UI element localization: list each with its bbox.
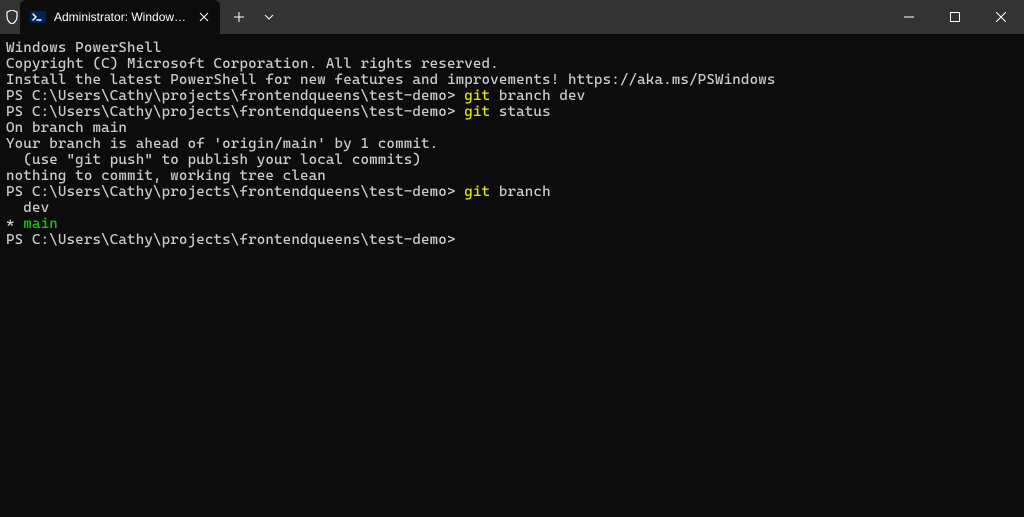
tab-title: Administrator: Windows Powe <box>54 10 188 24</box>
current-branch: main <box>23 216 58 232</box>
maximize-button[interactable] <box>932 0 978 34</box>
prompt-line: PS C:\Users\Cathy\projects\frontendqueen… <box>6 232 1018 248</box>
command-args: branch <box>490 184 551 200</box>
powershell-icon <box>30 9 46 25</box>
output-line: Install the latest PowerShell for new fe… <box>6 72 1018 88</box>
prompt: PS C:\Users\Cathy\projects\frontendqueen… <box>6 104 464 120</box>
prompt: PS C:\Users\Cathy\projects\frontendqueen… <box>6 232 464 248</box>
output-line: nothing to commit, working tree clean <box>6 168 1018 184</box>
command-name: git <box>464 104 490 120</box>
tab-dropdown-button[interactable] <box>254 3 284 31</box>
window-controls <box>886 0 1024 34</box>
terminal-content[interactable]: Windows PowerShell Copyright (C) Microso… <box>0 34 1024 254</box>
command-args: status <box>490 104 551 120</box>
tab-close-button[interactable] <box>196 9 212 25</box>
output-line: dev <box>6 200 1018 216</box>
branch-marker: * <box>6 216 23 232</box>
command-line: PS C:\Users\Cathy\projects\frontendqueen… <box>6 104 1018 120</box>
prompt: PS C:\Users\Cathy\projects\frontendqueen… <box>6 184 464 200</box>
output-line: Copyright (C) Microsoft Corporation. All… <box>6 56 1018 72</box>
output-line: * main <box>6 216 1018 232</box>
command-args: branch dev <box>490 88 585 104</box>
output-line: (use "git push" to publish your local co… <box>6 152 1018 168</box>
output-line: On branch main <box>6 120 1018 136</box>
prompt: PS C:\Users\Cathy\projects\frontendqueen… <box>6 88 464 104</box>
command-line: PS C:\Users\Cathy\projects\frontendqueen… <box>6 184 1018 200</box>
new-tab-button[interactable] <box>224 3 254 31</box>
minimize-button[interactable] <box>886 0 932 34</box>
command-line: PS C:\Users\Cathy\projects\frontendqueen… <box>6 88 1018 104</box>
close-button[interactable] <box>978 0 1024 34</box>
tab-area: Administrator: Windows Powe <box>0 0 886 34</box>
command-name: git <box>464 88 490 104</box>
active-tab[interactable]: Administrator: Windows Powe <box>20 0 220 34</box>
titlebar: Administrator: Windows Powe <box>0 0 1024 34</box>
shield-icon <box>0 0 20 34</box>
output-line: Windows PowerShell <box>6 40 1018 56</box>
output-line: Your branch is ahead of 'origin/main' by… <box>6 136 1018 152</box>
command-name: git <box>464 184 490 200</box>
